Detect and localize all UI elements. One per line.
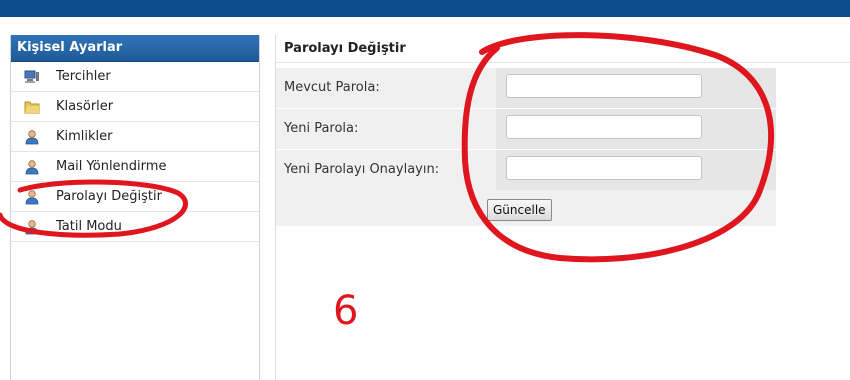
sidebar-item-mail-yonlendirme[interactable]: Mail Yönlendirme [11,152,259,182]
top-bar [0,0,850,17]
monitor-icon [24,70,39,83]
form-row-confirm-password: Yeni Parolayı Onaylayın: [276,150,776,190]
current-password-label: Mevcut Parola: [284,80,380,95]
sidebar-item-label: Parolayı Değiştir [56,189,162,204]
annotation-number: 6 [333,288,359,334]
sidebar-item-label: Klasörler [56,99,114,114]
form-row-new-password: Yeni Parola: [276,109,776,150]
folder-icon [24,101,40,114]
user-icon [25,220,39,235]
sidebar-item-klasorler[interactable]: Klasörler [11,92,259,122]
sidebar-item-parolayi-degistir[interactable]: Parolayı Değiştir [11,182,259,212]
sidebar-item-kimlikler[interactable]: Kimlikler [11,122,259,152]
sidebar: Kişisel Ayarlar Tercihler Klasörler Kiml… [10,35,260,380]
sidebar-item-tercihler[interactable]: Tercihler [11,62,259,92]
form-row-current-password: Mevcut Parola: [276,68,776,109]
sidebar-title: Kişisel Ayarlar [11,35,259,62]
current-password-input[interactable] [506,74,702,98]
update-button[interactable]: Güncelle [487,199,552,221]
sidebar-item-label: Mail Yönlendirme [56,159,167,174]
new-password-label: Yeni Parola: [284,121,359,136]
confirm-password-input[interactable] [506,156,702,180]
user-icon [25,190,39,205]
new-password-input[interactable] [506,115,702,139]
confirm-password-cell [496,150,776,190]
sidebar-item-label: Tatil Modu [56,219,122,234]
current-password-cell [496,68,776,108]
confirm-password-label: Yeni Parolayı Onaylayın: [284,162,440,177]
main-panel: Parolayı Değiştir Mevcut Parola: Yeni Pa… [275,35,850,380]
user-icon [25,160,39,175]
sidebar-item-label: Tercihler [56,69,111,84]
new-password-cell [496,109,776,149]
page-title: Parolayı Değiştir [276,35,850,63]
sidebar-item-label: Kimlikler [56,129,113,144]
sidebar-item-tatil-modu[interactable]: Tatil Modu [11,212,259,242]
user-icon [25,130,39,145]
